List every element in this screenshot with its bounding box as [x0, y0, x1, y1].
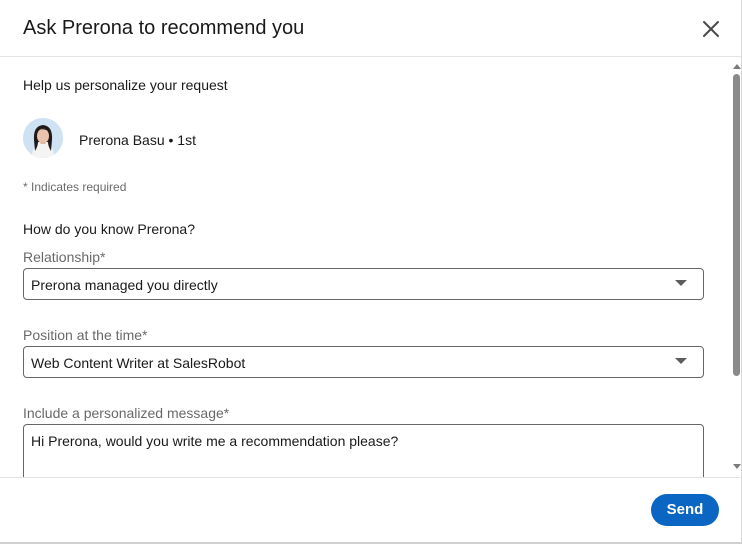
close-button[interactable] [696, 14, 726, 44]
message-text: Hi Prerona, would you write me a recomme… [31, 433, 399, 449]
relationship-value: Prerona managed you directly [31, 277, 218, 293]
close-icon [703, 21, 719, 37]
required-note: * Indicates required [23, 180, 127, 194]
relationship-select[interactable]: Prerona managed you directly [23, 268, 704, 300]
profile-photo-icon [23, 118, 63, 158]
message-textarea[interactable]: Hi Prerona, would you write me a recomme… [23, 424, 704, 477]
chevron-down-icon [675, 280, 687, 286]
send-button[interactable]: Send [651, 494, 719, 526]
relationship-label: Relationship* [23, 249, 106, 265]
recommendation-dialog: Ask Prerona to recommend you Help us per… [0, 0, 742, 544]
avatar [23, 118, 63, 158]
scroll-down-arrow-icon[interactable] [733, 464, 741, 469]
dialog-body[interactable]: Help us personalize your request Prerona… [0, 58, 742, 477]
dialog-footer: Send [0, 477, 742, 542]
scroll-up-arrow-icon[interactable] [733, 64, 741, 69]
person-name: Prerona Basu • 1st [79, 132, 196, 148]
form-subtitle: Help us personalize your request [23, 77, 228, 93]
dialog-title: Ask Prerona to recommend you [23, 17, 305, 39]
position-value: Web Content Writer at SalesRobot [31, 355, 246, 371]
message-label: Include a personalized message* [23, 405, 230, 421]
dialog-header: Ask Prerona to recommend you [0, 0, 742, 57]
scrollbar-thumb[interactable] [733, 74, 740, 376]
position-select[interactable]: Web Content Writer at SalesRobot [23, 346, 704, 378]
chevron-down-icon [675, 358, 687, 364]
body-scrollbar[interactable] [730, 58, 742, 477]
position-label: Position at the time* [23, 327, 148, 343]
relationship-question: How do you know Prerona? [23, 221, 195, 237]
